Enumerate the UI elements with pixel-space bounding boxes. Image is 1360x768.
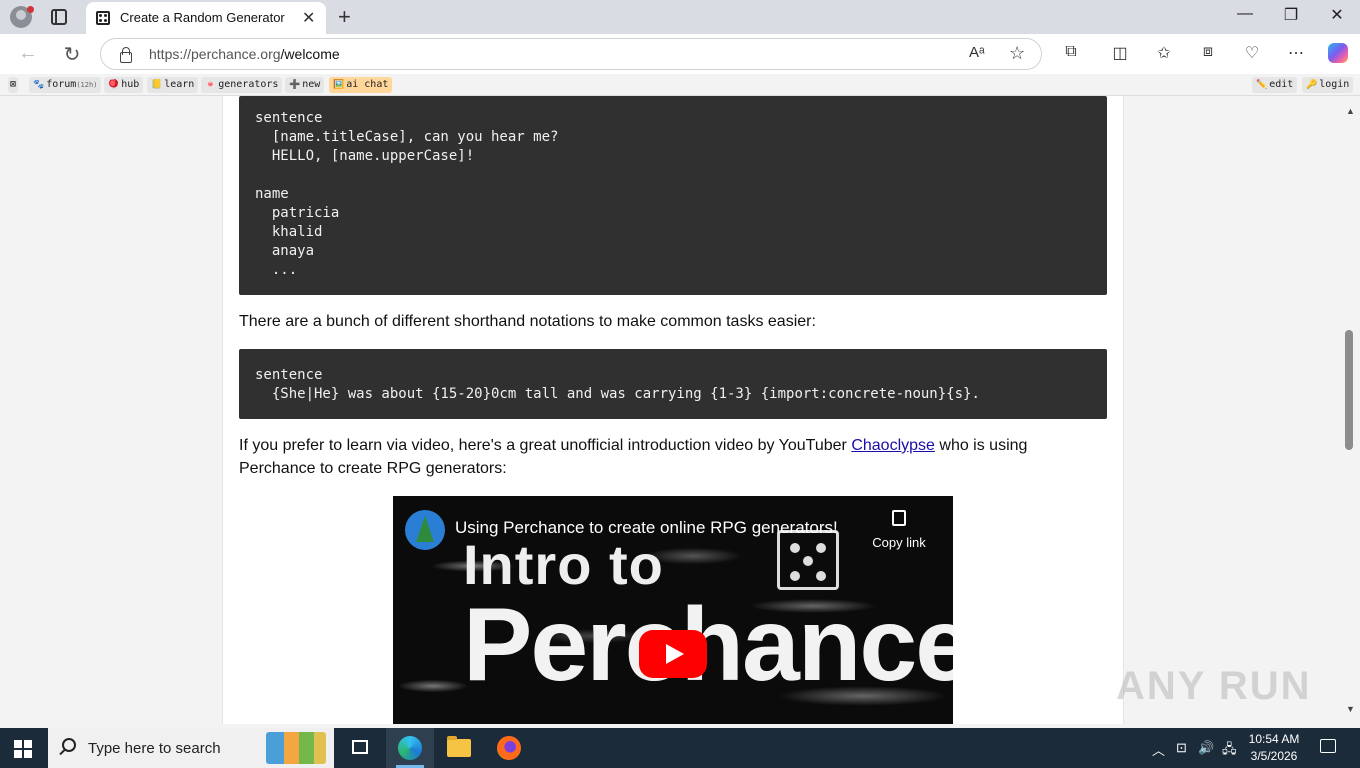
network-icon[interactable]: 🖧 [1222,740,1237,762]
tab-actions-icon[interactable] [51,9,67,25]
nav-hub[interactable]: 🪀 hub [104,77,144,93]
nav-new[interactable]: ➕ new [285,77,325,93]
notifications-icon[interactable] [1320,739,1336,753]
folder-icon [447,736,471,757]
volume-icon[interactable]: 🔊 [1198,740,1214,756]
search-highlight-image [266,732,326,764]
tab-title: Create a Random Generator [120,10,285,25]
nav-ai-chat[interactable]: 🖼️ ai chat [329,77,393,93]
new-tab-button[interactable]: + [338,4,351,30]
browser-toolbar: ← ↻ https://perchance.org/welcome Aᵃ ☆ ⧉… [0,34,1360,74]
scroll-up-arrow-icon[interactable]: ▲ [1346,106,1355,116]
copy-icon [892,510,906,526]
youtube-video-embed[interactable]: Intro to Perchance Using Perchance to cr… [393,496,953,724]
restore-button[interactable]: ❐ [1276,5,1306,25]
taskbar-file-explorer[interactable] [435,728,483,768]
dice-favicon-icon [96,11,110,25]
nav-login[interactable]: 🔑 login [1302,77,1354,93]
scroll-down-arrow-icon[interactable]: ▼ [1346,704,1355,714]
favorite-star-icon[interactable]: ☆ [1009,43,1025,64]
nav-forum[interactable]: 🐾 forum(12h) [29,77,102,93]
refresh-icon[interactable]: ↻ [60,42,84,67]
thumbnail-text-perchance: Perchance [463,587,953,703]
windows-taskbar: Type here to search ︿ ⊡ 🔊 🖧 10:54 AM 3/5… [0,728,1360,768]
windows-start-icon[interactable] [14,740,32,758]
read-aloud-icon[interactable]: Aᵃ [969,44,985,61]
task-view-icon [352,740,368,754]
taskbar-firefox[interactable] [485,728,533,768]
vertical-scrollbar[interactable]: ▲ ▼ [1342,100,1360,724]
code-block-shorthand: sentence {She|He} was about {15-20}0cm t… [239,349,1107,419]
copy-link-button[interactable]: Copy link [869,510,929,550]
site-nav: ⊠ 🐾 forum(12h) 🪀 hub 📒 learn 🍬 generators ➕ n… [0,74,1360,96]
back-icon[interactable]: ← [16,42,40,65]
favorites-icon[interactable]: ✩ [1152,43,1176,63]
task-view-button[interactable] [336,728,384,768]
nav-learn[interactable]: 📒 learn [147,77,199,93]
extensions-icon[interactable]: ⧉ [1059,43,1083,61]
nav-edit[interactable]: ✏️ edit [1252,77,1298,93]
search-placeholder: Type here to search [88,740,221,757]
code-block-names: sentence [name.titleCase], can you hear … [239,96,1107,295]
search-icon [62,738,76,752]
url-text[interactable]: https://perchance.org/welcome [149,46,340,62]
collections-icon[interactable]: ⧈ [1196,43,1220,61]
active-tab[interactable]: Create a Random Generator ✕ [86,2,326,34]
browser-essentials-icon[interactable]: ♡ [1240,43,1264,63]
nav-generators[interactable]: 🍬 generators [201,77,283,93]
firefox-icon [497,736,521,760]
browser-titlebar: Create a Random Generator ✕ + — ❐ ✕ [0,0,1360,34]
notification-dot [27,6,34,13]
more-menu-icon[interactable]: ⋯ [1284,43,1308,63]
channel-avatar[interactable] [405,510,445,550]
scrollbar-thumb[interactable] [1345,330,1353,450]
chaoclypse-link[interactable]: Chaoclypse [851,437,935,454]
edge-icon [398,736,422,760]
address-bar[interactable]: https://perchance.org/welcome Aᵃ ☆ [100,38,1042,70]
lock-icon[interactable] [119,47,132,63]
taskbar-edge[interactable] [386,728,434,768]
paragraph-video: If you prefer to learn via video, here's… [239,437,1028,477]
youtube-play-button[interactable] [639,630,707,678]
tray-device-icon[interactable]: ⊡ [1176,740,1187,756]
close-nav-icon[interactable]: ⊠ [8,77,19,93]
dice-logo-icon [777,530,839,590]
system-clock[interactable]: 10:54 AM 3/5/2026 [1242,731,1306,765]
article: sentence [name.titleCase], can you hear … [222,96,1124,724]
page-viewport[interactable]: sentence [name.titleCase], can you hear … [0,96,1342,724]
video-title[interactable]: Using Perchance to create online RPG gen… [455,518,838,538]
tab-close-icon[interactable]: ✕ [302,8,315,28]
paragraph-shorthand: There are a bunch of different shorthand… [239,313,816,330]
copilot-icon[interactable] [1328,43,1348,63]
taskbar-search-box[interactable]: Type here to search [48,728,334,768]
tray-chevron-icon[interactable]: ︿ [1152,740,1165,759]
split-screen-icon[interactable]: ◫ [1108,43,1132,63]
close-window-button[interactable]: ✕ [1322,5,1352,25]
watermark: ANY RUN [1116,664,1312,708]
minimize-button[interactable]: — [1230,5,1260,23]
